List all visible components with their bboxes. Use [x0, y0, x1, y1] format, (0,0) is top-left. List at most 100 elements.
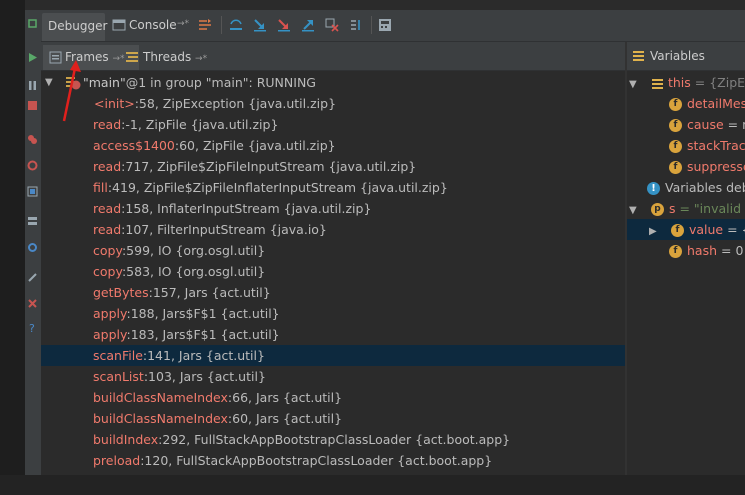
console-icon	[112, 19, 126, 31]
frame-location: :583, IO {org.osgl.util}	[121, 264, 266, 279]
expand-triangle-icon[interactable]: ▶	[649, 221, 661, 242]
evaluate-expression-icon[interactable]	[378, 18, 392, 32]
variable-this[interactable]: ▼ this = {ZipExc	[629, 72, 745, 93]
drop-frame-icon[interactable]	[325, 18, 339, 32]
step-over-icon[interactable]	[229, 18, 243, 32]
collapse-triangle-icon[interactable]: ▼	[45, 72, 53, 93]
settings-icon[interactable]	[27, 242, 38, 253]
view-breakpoints-icon[interactable]	[27, 134, 38, 145]
tab-debugger[interactable]: Debugger	[42, 13, 108, 41]
field-icon: f	[669, 98, 682, 111]
frame-location: :419, ZipFile$ZipFileInflaterInputStream…	[107, 180, 448, 195]
frame-location: :58, ZipException {java.util.zip}	[134, 96, 337, 111]
frame-row[interactable]: copy:583, IO {org.osgl.util}	[41, 261, 625, 282]
stop-icon[interactable]	[27, 100, 38, 111]
variable-field-row[interactable]: fcause = n	[669, 114, 745, 135]
frame-location: :141, Jars {act.util}	[142, 348, 265, 363]
hash-value: = 0	[717, 243, 744, 258]
window-left-edge	[0, 0, 25, 495]
frame-row[interactable]: apply:183, Jars$F$1 {act.util}	[41, 324, 625, 345]
frame-row[interactable]: apply:188, Jars$F$1 {act.util}	[41, 303, 625, 324]
frame-method: buildClassNameIndex	[93, 390, 228, 405]
this-value: = {ZipExc	[694, 75, 745, 90]
variable-hash[interactable]: f hash = 0	[669, 240, 743, 261]
field-icon: f	[669, 161, 682, 174]
get-thread-dump-icon[interactable]	[27, 186, 38, 197]
frame-location: :-1, ZipFile {java.util.zip}	[121, 117, 279, 132]
show-execution-point-icon[interactable]	[198, 18, 212, 32]
step-out-icon[interactable]	[301, 18, 315, 32]
collapse-triangle-icon[interactable]: ▼	[629, 200, 641, 221]
pin-tab-icon[interactable]	[27, 272, 38, 283]
debugger-toolbar: Debugger Console →*	[41, 10, 745, 42]
resume-icon[interactable]	[27, 52, 38, 63]
thread-name: "main"	[83, 75, 126, 90]
frame-row[interactable]: <init>:58, ZipException {java.util.zip}	[41, 93, 625, 114]
tab-threads-label: Threads	[143, 50, 192, 64]
tab-threads[interactable]: Threads →*	[121, 45, 207, 70]
pause-icon[interactable]	[27, 80, 38, 91]
force-step-into-icon[interactable]	[277, 18, 291, 32]
mute-breakpoints-icon[interactable]	[27, 160, 38, 171]
collapse-triangle-icon[interactable]: ▼	[629, 74, 641, 95]
variable-field-row[interactable]: f suppresse	[669, 156, 745, 177]
frames-panel: Frames →* Threads →* ▼ "main"@1 in group…	[41, 42, 625, 475]
frame-row[interactable]: scanFile:141, Jars {act.util}	[41, 345, 625, 366]
field-icon: f	[669, 140, 682, 153]
field-name: stackTrace	[687, 138, 745, 153]
frame-location: :188, Jars$F$1 {act.util}	[126, 306, 280, 321]
frame-method: read	[93, 222, 122, 237]
rerun-icon[interactable]	[27, 18, 38, 29]
close-icon[interactable]	[27, 298, 38, 309]
frame-method: apply	[93, 327, 127, 342]
value-value: = {c	[727, 222, 745, 237]
run-to-cursor-icon[interactable]	[349, 18, 363, 32]
variable-field-row[interactable]: f detailMes	[669, 93, 745, 114]
frame-row[interactable]: buildClassNameIndex:66, Jars {act.util}	[41, 387, 625, 408]
frame-method: scanList	[93, 369, 144, 384]
frame-row[interactable]: buildIndex:292, FullStackAppBootstrapCla…	[41, 429, 625, 450]
variable-value[interactable]: ▶ fvalue = {c	[627, 219, 745, 240]
frame-method: read	[93, 159, 122, 174]
console-pin-label: →*	[177, 19, 190, 29]
step-into-icon[interactable]	[253, 18, 267, 32]
thread-row[interactable]: ▼ "main"@1 in group "main": RUNNING	[41, 72, 625, 93]
frame-row[interactable]: copy:599, IO {org.osgl.util}	[41, 240, 625, 261]
frame-location: :120, FullStackAppBootstrapClassLoader {…	[140, 453, 493, 468]
field-name: detailMes	[687, 96, 745, 111]
variable-field-row[interactable]: f stackTrace	[669, 135, 745, 156]
frame-row[interactable]: scanList:103, Jars {act.util}	[41, 366, 625, 387]
variable-s[interactable]: ▼ ps = "invalid LO	[629, 198, 745, 219]
frame-method: fill	[93, 180, 108, 195]
frame-location: :183, Jars$F$1 {act.util}	[126, 327, 280, 342]
frame-row[interactable]: read:158, InflaterInputStream {java.util…	[41, 198, 625, 219]
frame-method: getBytes	[93, 285, 149, 300]
frame-row[interactable]: read:717, ZipFile$ZipFileInputStream {ja…	[41, 156, 625, 177]
frame-row[interactable]: access$1400:60, ZipFile {java.util.zip}	[41, 135, 625, 156]
field-icon: f	[669, 245, 682, 258]
help-icon[interactable]: ?	[27, 322, 38, 333]
frame-location: :60, Jars {act.util}	[227, 411, 343, 426]
variables-info-text: Variables deb	[665, 180, 745, 195]
restore-layout-icon[interactable]	[27, 216, 38, 227]
frame-row[interactable]: fill:419, ZipFile$ZipFileInflaterInputSt…	[41, 177, 625, 198]
frame-row[interactable]: read:-1, ZipFile {java.util.zip}	[41, 114, 625, 135]
frame-location: :107, FilterInputStream {java.io}	[121, 222, 327, 237]
s-value: = "invalid LO	[679, 201, 745, 216]
info-icon: !	[647, 182, 660, 195]
red-arrow-annotation	[62, 60, 81, 122]
frame-method: access$1400	[93, 138, 175, 153]
tab-console[interactable]: Console	[129, 18, 177, 32]
window-bottom-edge	[0, 475, 745, 495]
variables-icon	[633, 51, 644, 61]
frame-location: :158, InflaterInputStream {java.util.zip…	[121, 201, 372, 216]
frame-method: read	[93, 117, 122, 132]
frame-row[interactable]: preload:120, FullStackAppBootstrapClassL…	[41, 450, 625, 471]
frame-method: <init>	[94, 96, 135, 111]
frame-method: scanFile	[93, 348, 143, 363]
frame-row[interactable]: buildClassNameIndex:60, Jars {act.util}	[41, 408, 625, 429]
tab-debugger-label: Debugger	[48, 19, 108, 33]
frame-row[interactable]: read:107, FilterInputStream {java.io}	[41, 219, 625, 240]
frame-row[interactable]: getBytes:157, Jars {act.util}	[41, 282, 625, 303]
debug-actions-gutter: ?	[25, 10, 42, 475]
